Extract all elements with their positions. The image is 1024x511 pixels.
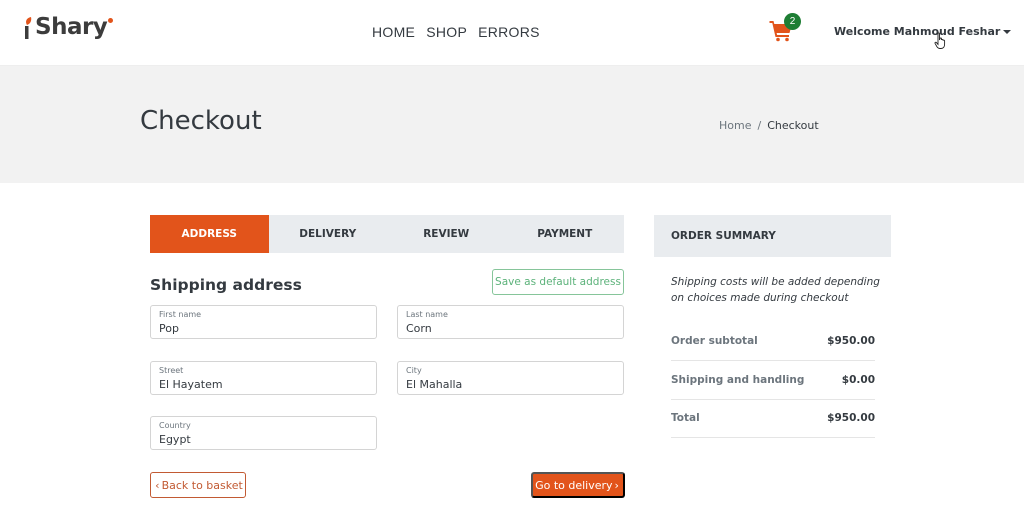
save-default-address-button[interactable]: Save as default address: [492, 269, 624, 295]
first-name-label: First name: [159, 310, 202, 319]
last-name-field[interactable]: Last name Corn: [397, 305, 624, 339]
breadcrumb-home-link[interactable]: Home: [719, 119, 751, 132]
city-value: El Mahalla: [406, 378, 463, 391]
caret-down-icon: [1003, 30, 1012, 34]
navbar: Shary HOME SHOP ERRORS 2 Welcome Mahmoud…: [0, 0, 1024, 66]
logo-leaf-icon: [22, 14, 34, 40]
last-name-label: Last name: [406, 310, 448, 319]
user-menu-toggle[interactable]: Welcome Mahmoud Feshar: [834, 25, 1012, 38]
tab-review[interactable]: Review: [387, 215, 506, 253]
country-label: Country: [159, 421, 191, 430]
brand-name: Shary: [35, 14, 108, 40]
brand-logo[interactable]: Shary: [22, 14, 114, 40]
summary-row: Order subtotal $950.00: [671, 322, 875, 361]
summary-row: Shipping and handling $0.00: [671, 361, 875, 400]
chevron-left-icon: ‹: [155, 478, 160, 492]
first-name-value: Pop: [159, 322, 179, 335]
page-header: Checkout Home / Checkout: [0, 66, 1024, 183]
breadcrumb-current: Checkout: [767, 119, 819, 132]
main-nav: HOME SHOP ERRORS: [372, 24, 540, 40]
summary-value: $950.00: [827, 335, 875, 347]
chevron-right-icon: ›: [614, 478, 619, 492]
shipping-note: Shipping costs will be added depending o…: [671, 276, 880, 304]
cart-count-badge: 2: [784, 13, 801, 30]
back-to-basket-button[interactable]: ‹ Back to basket: [150, 472, 246, 498]
nav-errors[interactable]: ERRORS: [478, 24, 540, 40]
street-value: El Hayatem: [159, 378, 223, 391]
summary-value: $950.00: [827, 412, 875, 424]
breadcrumb: Home / Checkout: [719, 119, 819, 132]
country-value: Egypt: [159, 433, 191, 446]
registered-mark-icon: [108, 17, 114, 23]
go-to-delivery-label: Go to delivery: [535, 478, 613, 492]
summary-label: Total: [671, 412, 700, 424]
back-to-basket-label: Back to basket: [161, 478, 243, 492]
breadcrumb-separator: /: [757, 119, 762, 132]
tab-payment[interactable]: Payment: [506, 215, 625, 253]
street-label: Street: [159, 366, 184, 375]
go-to-delivery-button[interactable]: Go to delivery ›: [531, 472, 625, 498]
first-name-field[interactable]: First name Pop: [150, 305, 377, 339]
tab-delivery[interactable]: Delivery: [269, 215, 388, 253]
nav-home[interactable]: HOME: [372, 24, 415, 40]
page-title: Checkout: [140, 106, 262, 136]
nav-shop[interactable]: SHOP: [426, 24, 467, 40]
checkout-steps: Address Delivery Review Payment: [150, 215, 624, 253]
tab-address[interactable]: Address: [150, 215, 269, 253]
street-field[interactable]: Street El Hayatem: [150, 361, 377, 395]
user-greeting: Welcome Mahmoud Feshar: [834, 25, 1001, 38]
shipping-address-heading: Shipping address: [150, 276, 302, 294]
summary-label: Order subtotal: [671, 335, 758, 347]
order-summary-heading: Order summary: [654, 215, 891, 257]
summary-label: Shipping and handling: [671, 374, 805, 386]
city-field[interactable]: City El Mahalla: [397, 361, 624, 395]
hand-pointer-icon: [934, 32, 948, 50]
summary-row: Total $950.00: [671, 399, 875, 438]
summary-value: $0.00: [841, 374, 875, 386]
country-field[interactable]: Country Egypt: [150, 416, 377, 450]
city-label: City: [406, 366, 422, 375]
last-name-value: Corn: [406, 322, 432, 335]
